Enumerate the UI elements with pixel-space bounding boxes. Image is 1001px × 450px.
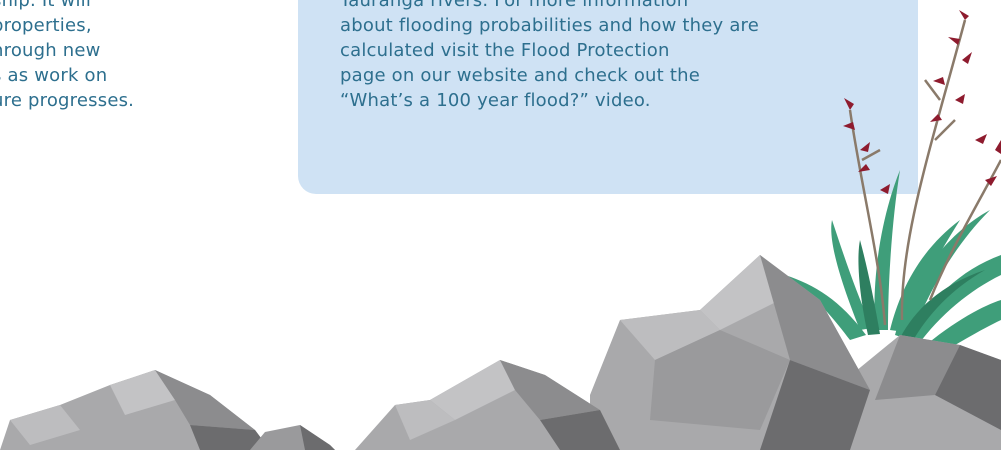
rocks-and-flax-illustration [0, 10, 1001, 450]
